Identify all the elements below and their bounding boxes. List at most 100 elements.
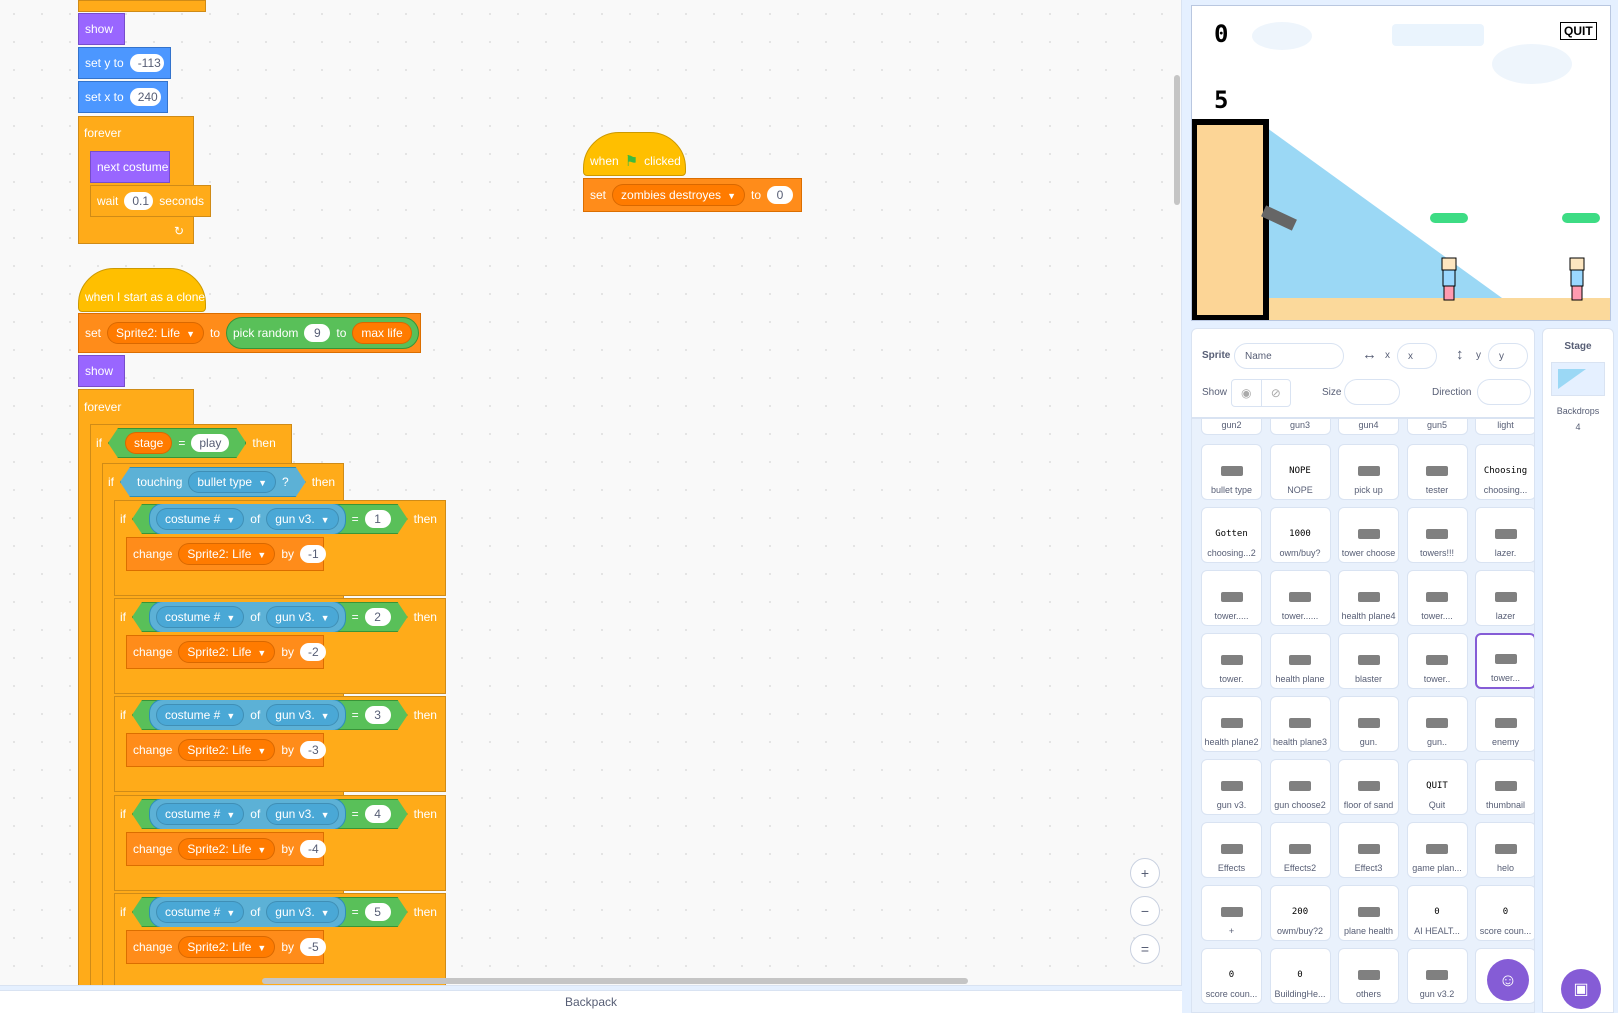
sprite-tile[interactable]: tower..: [1406, 633, 1468, 689]
random-from[interactable]: 9: [304, 324, 331, 342]
zoom-in-button[interactable]: +: [1130, 858, 1160, 888]
variable-dropdown[interactable]: Sprite2: Life ▼: [178, 641, 276, 663]
size-input[interactable]: [1344, 379, 1400, 405]
sprite-tile[interactable]: gun5: [1406, 419, 1468, 435]
when-flag-clicked-block[interactable]: when ⚑ clicked: [583, 132, 686, 176]
sprite-tile[interactable]: +: [1201, 885, 1262, 941]
stage-reporter[interactable]: stage: [125, 432, 172, 454]
set-y-value[interactable]: -113: [129, 54, 164, 72]
change-value[interactable]: -5: [300, 938, 327, 956]
set-x-block[interactable]: set x to 240: [78, 81, 168, 113]
equals-value[interactable]: play: [191, 434, 229, 452]
eye-hidden-icon[interactable]: ⊘: [1262, 380, 1291, 406]
change-life-block[interactable]: change Sprite2: Life ▼ by -5: [126, 930, 327, 964]
zoom-out-button[interactable]: −: [1130, 896, 1160, 926]
sprite-tile[interactable]: tower......: [1269, 570, 1331, 626]
variable-dropdown[interactable]: Sprite2: Life ▼: [178, 838, 276, 860]
variable-dropdown[interactable]: Sprite2: Life ▼: [107, 322, 204, 344]
sprite-tile[interactable]: QUIT Quit: [1406, 759, 1468, 815]
sprite-tile[interactable]: game plan...: [1406, 822, 1468, 878]
sprite-tile[interactable]: tower.: [1201, 633, 1262, 689]
change-life-block[interactable]: change Sprite2: Life ▼ by -4: [126, 832, 327, 866]
sprite-tile[interactable]: gun.: [1338, 696, 1399, 752]
choose-sprite-button[interactable]: ☺: [1487, 959, 1529, 1001]
sprite-tile[interactable]: thumbnail: [1475, 759, 1534, 815]
variable-dropdown[interactable]: Sprite2: Life ▼: [178, 936, 276, 958]
sprite-tile[interactable]: tower choose: [1338, 507, 1399, 563]
wait-block[interactable]: wait 0.1 seconds: [90, 185, 211, 217]
set-value[interactable]: 0: [767, 186, 793, 204]
sprite-tile[interactable]: enemy: [1475, 696, 1534, 752]
sprite-tile[interactable]: tester: [1406, 444, 1468, 500]
sprite-tile[interactable]: tower....: [1406, 570, 1468, 626]
x-input[interactable]: x: [1397, 343, 1437, 369]
sprite-tile[interactable]: blaster: [1338, 633, 1399, 689]
sprite-tile[interactable]: tower...: [1475, 633, 1534, 689]
costume-of-block[interactable]: costume # ▼ of gun v3. ▼: [149, 503, 346, 535]
sprite-tile[interactable]: 0 score coun...: [1475, 885, 1534, 941]
sprite-tile[interactable]: gun v3.2: [1406, 948, 1468, 1004]
choose-backdrop-button[interactable]: ▣: [1561, 969, 1601, 1009]
direction-input[interactable]: [1477, 379, 1531, 405]
sprite-tile[interactable]: gun2: [1201, 419, 1262, 435]
sprite-tile[interactable]: gun4: [1338, 419, 1399, 435]
sprite-tile[interactable]: 0 AI HEALT...: [1406, 885, 1468, 941]
sprite-tile[interactable]: Effects: [1201, 822, 1262, 878]
sprite-tile[interactable]: floor of sand: [1338, 759, 1399, 815]
change-value[interactable]: -1: [300, 545, 327, 563]
sprite-dropdown[interactable]: gun v3. ▼: [266, 508, 338, 530]
touching-dropdown[interactable]: bullet type ▼: [188, 471, 276, 493]
sprite-tile[interactable]: helo: [1475, 822, 1534, 878]
sprite-tile[interactable]: Choosing choosing...: [1475, 444, 1534, 500]
quit-button[interactable]: QUIT: [1560, 22, 1597, 40]
sprite-tile[interactable]: plane health: [1338, 885, 1399, 941]
when-clone-block[interactable]: when I start as a clone: [78, 268, 206, 312]
sprite-tile[interactable]: health plane3: [1269, 696, 1331, 752]
zoom-reset-button[interactable]: =: [1130, 934, 1160, 964]
sprite-tile[interactable]: Effects2: [1269, 822, 1331, 878]
sprite-tile[interactable]: health plane4: [1338, 570, 1399, 626]
equals-value[interactable]: 5: [365, 903, 391, 921]
show-block[interactable]: show: [78, 355, 125, 387]
sprite-tile[interactable]: gun..: [1406, 696, 1468, 752]
sprite-tile[interactable]: Gotten choosing...2: [1201, 507, 1262, 563]
equals-block[interactable]: costume # ▼ of gun v3. ▼ = 4: [132, 799, 408, 829]
sprite-tile[interactable]: bullet type: [1201, 444, 1262, 500]
set-x-value[interactable]: 240: [129, 88, 161, 106]
property-dropdown[interactable]: costume # ▼: [156, 901, 244, 923]
change-life-block[interactable]: change Sprite2: Life ▼ by -1: [126, 537, 327, 571]
equals-value[interactable]: 4: [365, 805, 391, 823]
sprite-tile[interactable]: gun choose2: [1269, 759, 1331, 815]
property-dropdown[interactable]: costume # ▼: [156, 704, 244, 726]
change-value[interactable]: -3: [300, 741, 327, 759]
sprite-list[interactable]: gun2 gun3 gun4 gun5 light bullet type NOPE NOP…: [1191, 418, 1535, 1013]
show-block[interactable]: show: [78, 13, 125, 45]
change-value[interactable]: -2: [300, 643, 327, 661]
sprite-dropdown[interactable]: gun v3. ▼: [266, 901, 338, 923]
sprite-dropdown[interactable]: gun v3. ▼: [266, 704, 338, 726]
stage-selector[interactable]: Stage Backdrops 4 ▣: [1542, 328, 1614, 1013]
sprite-tile[interactable]: gun3: [1269, 419, 1331, 435]
code-workspace[interactable]: show set y to -113 set x to 240 forever ne…: [0, 0, 1182, 986]
equals-block[interactable]: costume # ▼ of gun v3. ▼ = 3: [132, 700, 408, 730]
costume-of-block[interactable]: costume # ▼ of gun v3. ▼: [149, 798, 346, 830]
sprite-tile[interactable]: NOPE NOPE: [1269, 444, 1331, 500]
sprite-tile[interactable]: Effect3: [1338, 822, 1399, 878]
change-life-block[interactable]: change Sprite2: Life ▼ by -2: [126, 635, 327, 669]
sprite-name-input[interactable]: Name: [1234, 343, 1344, 369]
sprite-tile[interactable]: 0 score coun...: [1201, 948, 1262, 1004]
max-life-reporter[interactable]: max life: [352, 322, 412, 344]
costume-of-block[interactable]: costume # ▼ of gun v3. ▼: [149, 699, 346, 731]
equals-block[interactable]: stage = play: [108, 428, 246, 458]
visibility-toggle[interactable]: ◉ ⊘: [1231, 379, 1291, 407]
equals-value[interactable]: 3: [365, 706, 391, 724]
eye-icon[interactable]: ◉: [1232, 380, 1262, 406]
variable-dropdown[interactable]: Sprite2: Life ▼: [178, 543, 276, 565]
horizontal-scrollbar[interactable]: [262, 978, 968, 984]
property-dropdown[interactable]: costume # ▼: [156, 606, 244, 628]
sprite-tile[interactable]: health plane: [1269, 633, 1331, 689]
equals-block[interactable]: costume # ▼ of gun v3. ▼ = 2: [132, 602, 408, 632]
sprite-tile[interactable]: health plane2: [1201, 696, 1262, 752]
variable-dropdown[interactable]: Sprite2: Life ▼: [178, 739, 276, 761]
variable-dropdown[interactable]: zombies destroyes ▼: [612, 184, 745, 206]
